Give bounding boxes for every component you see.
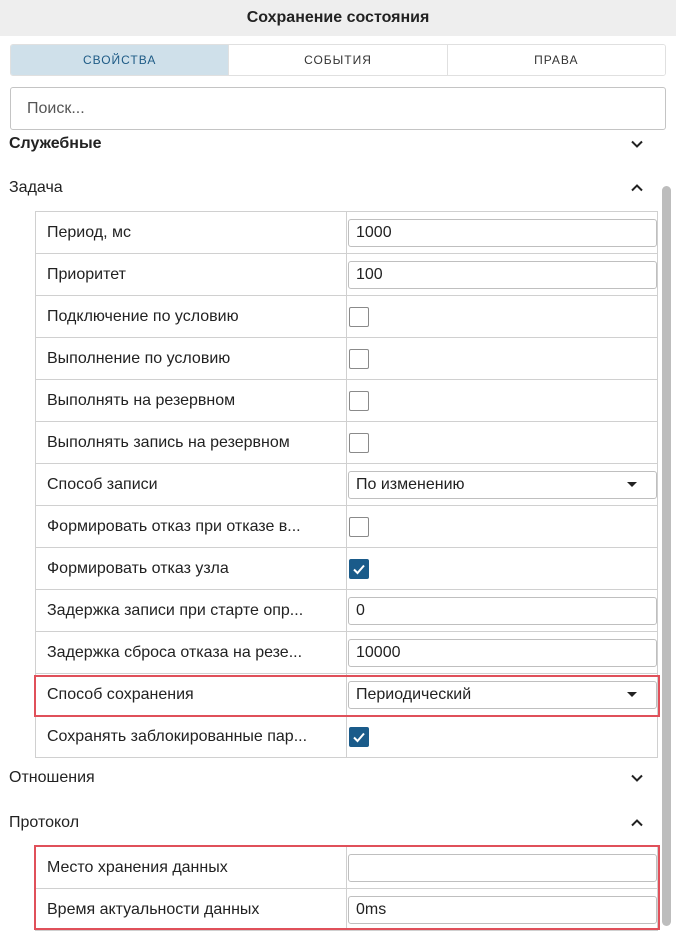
tab-events[interactable]: СОБЫТИЯ xyxy=(229,45,448,75)
tab-bar: СВОЙСТВА СОБЫТИЯ ПРАВА xyxy=(10,44,666,76)
dropdown-caret-icon xyxy=(627,482,637,487)
property-value-cell: 100 xyxy=(347,254,658,295)
property-value-cell: По изменению xyxy=(347,464,658,505)
property-label: Подключение по условию xyxy=(36,296,347,337)
section-task-label: Задача xyxy=(9,179,63,196)
highlight-frame xyxy=(34,675,660,717)
property-label: Сохранять заблокированные пар... xyxy=(36,716,347,757)
property-checkbox[interactable] xyxy=(349,306,369,327)
property-row: Выполнять на резервном xyxy=(36,380,658,422)
property-value-cell: 10000 xyxy=(347,632,658,673)
section-protocol[interactable]: Протокол xyxy=(0,808,660,838)
property-label: Выполнять на резервном xyxy=(36,380,347,421)
property-checkbox[interactable] xyxy=(349,726,369,747)
property-label: Способ записи xyxy=(36,464,347,505)
property-row: Приоритет 100 xyxy=(36,254,658,296)
property-value-cell xyxy=(347,716,658,757)
property-value-cell xyxy=(347,296,658,337)
property-label: Приоритет xyxy=(36,254,347,295)
property-label: Выполнение по условию xyxy=(36,338,347,379)
section-relations-label: Отношения xyxy=(9,769,95,786)
section-service-label: Служебные xyxy=(9,135,102,152)
property-checkbox[interactable] xyxy=(349,348,369,369)
property-select[interactable]: По изменению xyxy=(348,470,657,499)
property-input[interactable]: 1000 xyxy=(348,218,657,247)
property-row: Задержка сброса отказа на резе... 10000 xyxy=(36,632,658,674)
property-value-cell: 0 xyxy=(347,590,658,631)
property-label: Формировать отказ узла xyxy=(36,548,347,589)
property-input[interactable]: 0 xyxy=(348,596,657,625)
section-service[interactable]: Служебные xyxy=(0,129,660,159)
property-checkbox[interactable] xyxy=(349,390,369,411)
property-label: Период, мс xyxy=(36,212,347,253)
chevron-down-icon xyxy=(631,774,643,782)
search-input[interactable] xyxy=(10,87,666,130)
property-label: Выполнять запись на резервном xyxy=(36,422,347,463)
property-checkbox[interactable] xyxy=(349,558,369,579)
property-row: Способ записи По изменению xyxy=(36,464,658,506)
property-row: Формировать отказ узла xyxy=(36,548,658,590)
tab-rights[interactable]: ПРАВА xyxy=(447,45,665,75)
select-value: По изменению xyxy=(356,475,465,493)
checkmark-icon xyxy=(353,732,365,742)
chevron-down-icon xyxy=(631,140,643,148)
chevron-up-icon xyxy=(631,819,643,827)
property-checkbox[interactable] xyxy=(349,516,369,537)
property-row: Задержка записи при старте опр... 0 xyxy=(36,590,658,632)
property-row: Формировать отказ при отказе в... xyxy=(36,506,658,548)
property-value-cell xyxy=(347,548,658,589)
section-relations[interactable]: Отношения xyxy=(0,763,660,793)
property-row: Сохранять заблокированные пар... xyxy=(36,716,658,758)
property-value-cell xyxy=(347,338,658,379)
property-checkbox[interactable] xyxy=(349,432,369,453)
checkmark-icon xyxy=(353,564,365,574)
property-row: Подключение по условию xyxy=(36,296,658,338)
property-label: Формировать отказ при отказе в... xyxy=(36,506,347,547)
property-label: Задержка записи при старте опр... xyxy=(36,590,347,631)
scrollbar[interactable] xyxy=(662,186,671,926)
property-row: Период, мс 1000 xyxy=(36,212,658,254)
property-value-cell xyxy=(347,506,658,547)
property-input[interactable]: 100 xyxy=(348,260,657,289)
section-protocol-label: Протокол xyxy=(9,814,80,831)
section-task[interactable]: Задача xyxy=(0,173,660,203)
property-value-cell: 1000 xyxy=(347,212,658,253)
property-value-cell xyxy=(347,380,658,421)
property-label: Задержка сброса отказа на резе... xyxy=(36,632,347,673)
chevron-up-icon xyxy=(631,184,643,192)
property-value-cell xyxy=(347,422,658,463)
window-title: Сохранение состояния xyxy=(0,0,676,36)
property-row: Выполнение по условию xyxy=(36,338,658,380)
property-input[interactable]: 10000 xyxy=(348,638,657,667)
property-row: Выполнять запись на резервном xyxy=(36,422,658,464)
highlight-frame xyxy=(34,845,660,930)
tab-properties[interactable]: СВОЙСТВА xyxy=(11,45,230,75)
